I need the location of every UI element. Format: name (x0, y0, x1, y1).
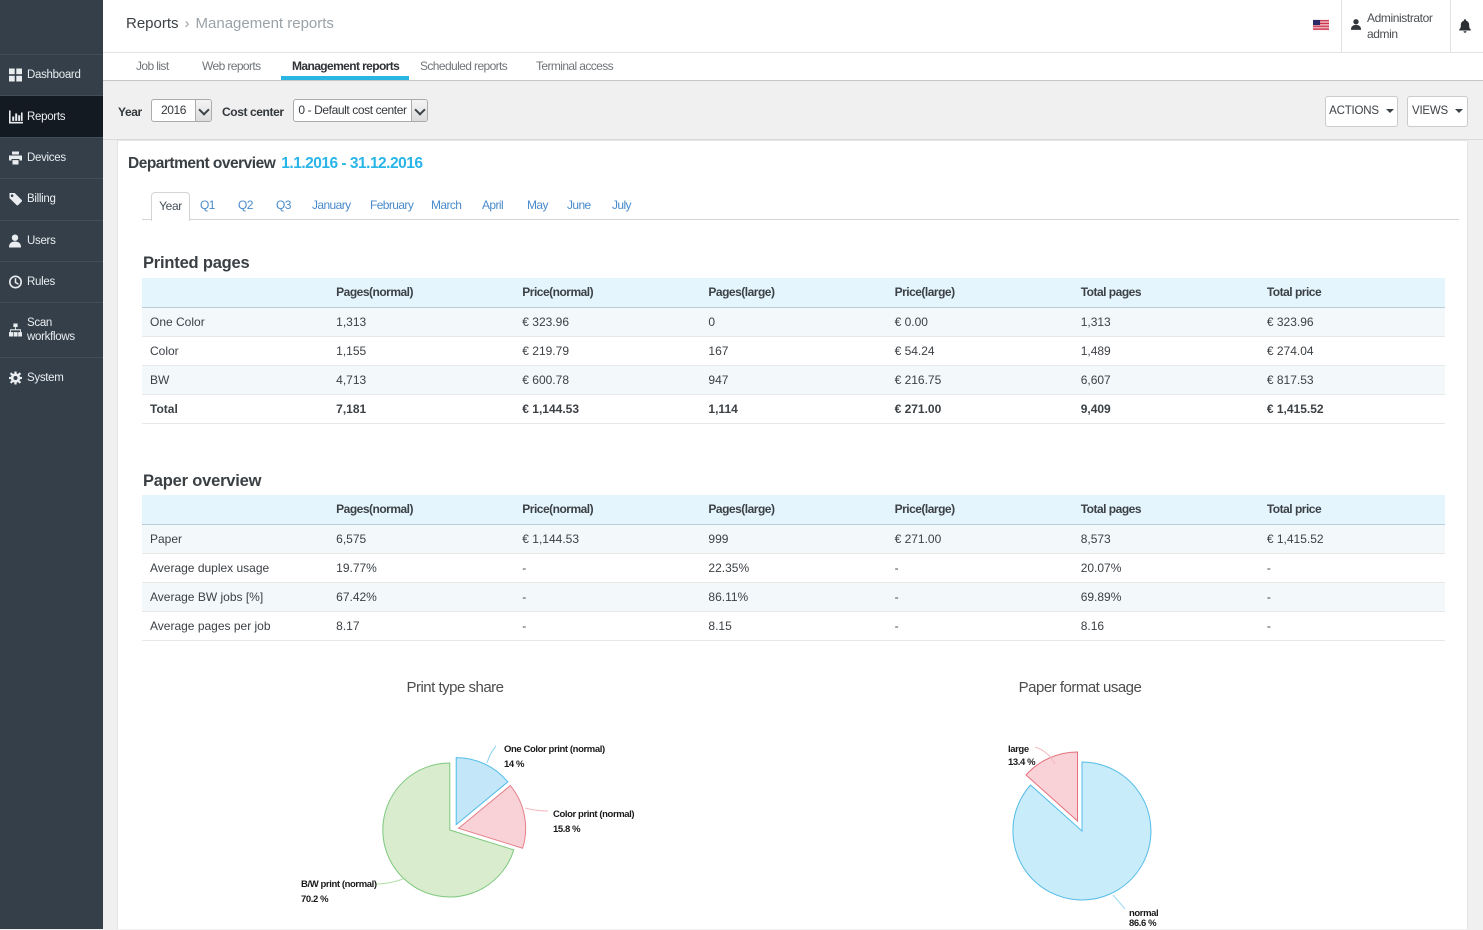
svg-text:B/W print (normal): B/W print (normal) (301, 879, 377, 890)
svg-text:Print type share: Print type share (406, 679, 503, 696)
svg-text:One Color print (normal): One Color print (normal) (504, 744, 605, 755)
svg-text:Paper format usage: Paper format usage (1019, 679, 1142, 696)
svg-text:70.2 %: 70.2 % (301, 894, 329, 905)
svg-text:86.6 %: 86.6 % (1129, 918, 1157, 929)
svg-text:large: large (1008, 744, 1029, 755)
svg-text:Color print (normal): Color print (normal) (553, 809, 634, 820)
svg-text:13.4 %: 13.4 % (1008, 757, 1036, 768)
svg-text:14 %: 14 % (504, 759, 525, 770)
svg-text:15.8 %: 15.8 % (553, 824, 581, 835)
